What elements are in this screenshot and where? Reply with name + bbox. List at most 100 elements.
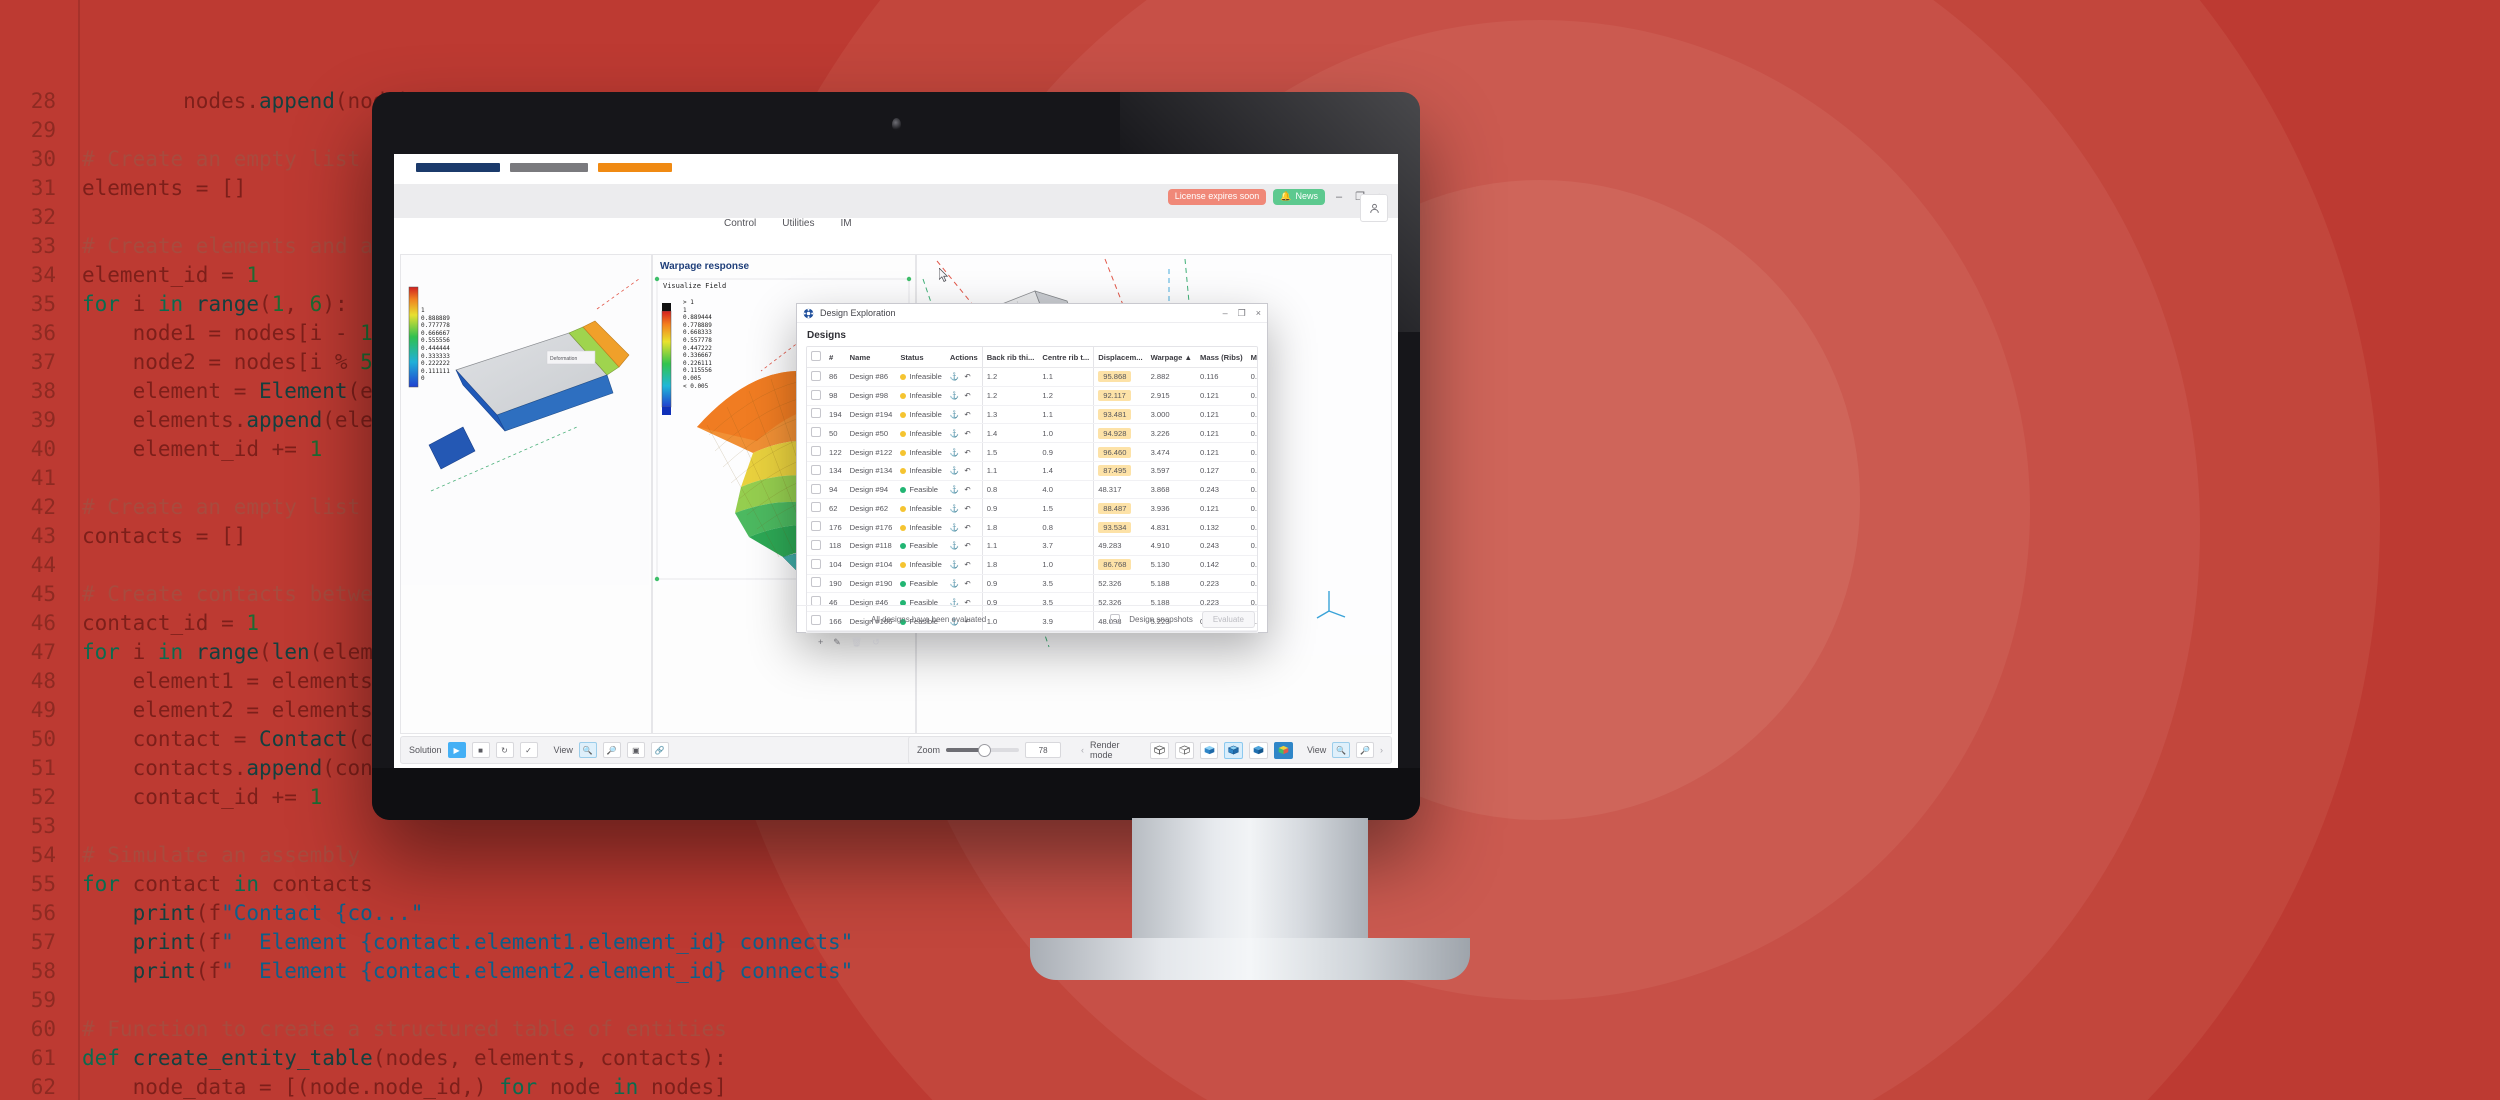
dialog-close-button[interactable]: × bbox=[1256, 308, 1261, 319]
row-checkbox[interactable] bbox=[811, 539, 821, 550]
row-checkbox[interactable] bbox=[811, 464, 821, 475]
dialog-titlebar[interactable]: Design Exploration – ❐ × bbox=[797, 304, 1267, 323]
tab-control[interactable]: Control bbox=[724, 218, 756, 229]
revert-design-icon[interactable]: ↶ bbox=[964, 560, 970, 569]
row-select-cell[interactable] bbox=[807, 442, 825, 462]
revert-design-icon[interactable]: ↶ bbox=[964, 504, 970, 513]
export-design-icon[interactable]: ⚓ bbox=[950, 391, 959, 400]
revert-design-icon[interactable]: ↶ bbox=[964, 448, 970, 457]
render-mode-shaded[interactable] bbox=[1199, 741, 1219, 759]
col-name[interactable]: Name bbox=[845, 347, 897, 368]
table-row[interactable]: 176 Design #176 Infeasible ⚓ ↶ 1.8 0.8 93.534 4.… bbox=[807, 517, 1257, 538]
revert-design-icon[interactable]: ↶ bbox=[964, 485, 970, 494]
delete-design-button[interactable]: 🗑 bbox=[851, 637, 862, 648]
col-index[interactable]: # bbox=[825, 347, 846, 368]
zoom-slider-knob[interactable] bbox=[978, 744, 992, 757]
table-row[interactable]: 98 Design #98 Infeasible ⚓ ↶ 1.2 1.2 92.117 2.91… bbox=[807, 386, 1257, 406]
export-design-icon[interactable]: ⚓ bbox=[950, 429, 959, 438]
row-checkbox[interactable] bbox=[811, 427, 821, 438]
table-row[interactable]: 190 Design #190 Feasible ⚓ ↶ 0.9 3.5 52.326 5.18… bbox=[807, 574, 1257, 594]
dialog-snapshots-checkbox[interactable] bbox=[1110, 614, 1121, 624]
table-row[interactable]: 86 Design #86 Infeasible ⚓ ↶ 1.2 1.1 95.868 2.88… bbox=[807, 367, 1257, 387]
revert-design-icon[interactable]: ↶ bbox=[964, 410, 970, 419]
row-checkbox[interactable] bbox=[811, 558, 821, 569]
col-status[interactable]: Status bbox=[896, 347, 946, 368]
table-row[interactable]: 94 Design #94 Feasible ⚓ ↶ 0.8 4.0 48.317 3.868 0… bbox=[807, 480, 1257, 500]
row-checkbox[interactable] bbox=[811, 370, 821, 381]
dialog-evaluate-button[interactable]: Evaluate bbox=[1201, 610, 1255, 628]
dialog-minimize-button[interactable]: – bbox=[1223, 308, 1228, 319]
tab-im[interactable]: IM bbox=[840, 218, 851, 229]
avatar[interactable] bbox=[1360, 194, 1388, 222]
render-mode-textured[interactable] bbox=[1274, 741, 1293, 759]
render-mode-solid[interactable] bbox=[1249, 741, 1269, 759]
solution-play-button[interactable]: ▶ bbox=[447, 742, 466, 758]
export-design-icon[interactable]: ⚓ bbox=[950, 579, 959, 588]
export-design-icon[interactable]: ⚓ bbox=[950, 448, 959, 457]
zoom-slider[interactable] bbox=[946, 744, 1020, 757]
table-row[interactable]: 50 Design #50 Infeasible ⚓ ↶ 1.4 1.0 94.928 3.22… bbox=[807, 423, 1257, 444]
revert-design-icon[interactable]: ↶ bbox=[964, 541, 970, 550]
revert-design-icon[interactable]: ↶ bbox=[964, 579, 970, 588]
solution-refresh-button[interactable]: ↻ bbox=[495, 742, 514, 758]
export-design-icon[interactable]: ⚓ bbox=[950, 560, 959, 569]
revert-design-icon[interactable]: ↶ bbox=[964, 429, 970, 438]
zoom-window-icon[interactable]: ▣ bbox=[626, 742, 645, 758]
solution-stop-button[interactable]: ■ bbox=[471, 742, 490, 758]
row-select-cell[interactable] bbox=[807, 536, 825, 556]
chevron-left-icon[interactable]: ‹ bbox=[1081, 745, 1084, 755]
add-design-button[interactable]: + bbox=[818, 637, 823, 647]
tab-utilities[interactable]: Utilities bbox=[782, 218, 814, 229]
revert-design-icon[interactable]: ↶ bbox=[964, 391, 970, 400]
row-checkbox[interactable] bbox=[811, 577, 821, 588]
row-select-cell[interactable] bbox=[807, 367, 825, 387]
edit-design-button[interactable]: ✎ bbox=[833, 637, 841, 648]
export-design-icon[interactable]: ⚓ bbox=[950, 410, 959, 419]
col-mass-total[interactable]: Mass (Total) bbox=[1246, 347, 1257, 368]
row-select-cell[interactable] bbox=[807, 517, 825, 538]
table-row[interactable]: 62 Design #62 Infeasible ⚓ ↶ 0.9 1.5 88.487 3.93… bbox=[807, 498, 1257, 519]
zoom-region-icon[interactable]: 🔎 bbox=[602, 742, 621, 758]
app-minimize-button[interactable]: – bbox=[1332, 190, 1346, 204]
fit-view-icon-right[interactable]: 🔍 bbox=[1332, 742, 1351, 758]
export-design-icon[interactable]: ⚓ bbox=[950, 541, 959, 550]
row-checkbox[interactable] bbox=[811, 502, 821, 513]
zoom-region-icon-right[interactable]: 🔎 bbox=[1356, 742, 1374, 758]
row-checkbox[interactable] bbox=[811, 446, 821, 457]
row-select-cell[interactable] bbox=[807, 461, 825, 481]
row-select-cell[interactable] bbox=[807, 480, 825, 500]
row-select-cell[interactable] bbox=[807, 386, 825, 406]
col-centre-rib[interactable]: Centre rib t... bbox=[1038, 347, 1094, 368]
link-views-icon[interactable]: 🔗 bbox=[650, 742, 669, 758]
table-row[interactable]: 104 Design #104 Infeasible ⚓ ↶ 1.8 1.0 86.768 5.… bbox=[807, 555, 1257, 575]
row-checkbox[interactable] bbox=[811, 521, 821, 532]
export-design-icon[interactable]: ⚓ bbox=[950, 523, 959, 532]
export-design-icon[interactable]: ⚓ bbox=[950, 372, 959, 381]
row-checkbox[interactable] bbox=[811, 389, 821, 400]
row-select-cell[interactable] bbox=[807, 555, 825, 575]
revert-design-icon[interactable]: ↶ bbox=[964, 372, 970, 381]
export-design-icon[interactable]: ⚓ bbox=[950, 466, 959, 475]
col-displacement[interactable]: Displacem... bbox=[1093, 347, 1147, 368]
render-mode-wireframe[interactable] bbox=[1149, 741, 1169, 759]
undo-button[interactable]: ↺ bbox=[872, 637, 880, 648]
row-select-cell[interactable] bbox=[807, 405, 825, 425]
select-all-checkbox[interactable] bbox=[811, 351, 821, 361]
table-row[interactable]: 122 Design #122 Infeasible ⚓ ↶ 1.5 0.9 96.460 3.… bbox=[807, 442, 1257, 462]
news-button[interactable]: 🔔 News bbox=[1273, 189, 1325, 205]
revert-design-icon[interactable]: ↶ bbox=[964, 523, 970, 532]
row-select-cell[interactable] bbox=[807, 423, 825, 444]
export-design-icon[interactable]: ⚓ bbox=[950, 485, 959, 494]
render-mode-shaded-edges[interactable] bbox=[1224, 741, 1244, 759]
license-badge[interactable]: License expires soon bbox=[1167, 189, 1267, 205]
table-row[interactable]: 194 Design #194 Infeasible ⚓ ↶ 1.3 1.1 93.481 3.… bbox=[807, 405, 1257, 425]
chevron-right-icon[interactable]: › bbox=[1380, 745, 1383, 755]
deformation-viewport[interactable]: Deformation bbox=[401, 255, 649, 585]
zoom-value[interactable]: 78 bbox=[1025, 742, 1061, 758]
row-checkbox[interactable] bbox=[811, 408, 821, 419]
col-back-rib[interactable]: Back rib thi... bbox=[981, 347, 1039, 368]
fit-view-icon[interactable]: 🔍 bbox=[578, 742, 597, 758]
export-design-icon[interactable]: ⚓ bbox=[950, 504, 959, 513]
row-select-cell[interactable] bbox=[807, 574, 825, 594]
row-select-cell[interactable] bbox=[807, 498, 825, 519]
